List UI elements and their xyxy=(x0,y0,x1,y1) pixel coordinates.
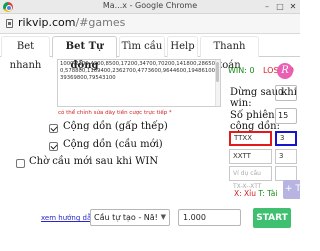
pattern-count-3[interactable] xyxy=(275,166,297,181)
chrome-titlebar: Ma...x - Google Chrome – □ ✕ xyxy=(0,0,300,14)
option-cho-cau-moi-checkbox[interactable] xyxy=(16,159,25,168)
bet-sequence-text: 1000,2100,4200,8500,17200,34700,70200,14… xyxy=(60,61,217,81)
textarea-scrollbar[interactable] xyxy=(215,60,220,106)
pattern-input-3[interactable]: Ví dụ cầu TX-X--XTT xyxy=(229,166,272,190)
tai-legend: T: Tài xyxy=(258,189,278,198)
strategy-select[interactable]: Cầu tự tạo - Nă! ▼ xyxy=(90,209,170,226)
add-pattern-button[interactable]: + THÊM CẦU xyxy=(283,180,300,199)
win-counter: WIN: 0 xyxy=(228,66,255,75)
scrollbar-thumb[interactable] xyxy=(216,62,219,82)
minimize-icon[interactable]: – xyxy=(261,1,273,12)
option-cong-don-cau-moi-checkbox[interactable] xyxy=(49,142,58,151)
pattern-input-1[interactable]: TTXX xyxy=(229,131,272,146)
close-icon[interactable]: ✕ xyxy=(287,1,299,12)
lock-icon xyxy=(6,19,13,28)
tab-tim-cau[interactable]: Tìm cầu xyxy=(119,36,165,57)
tab-thanh-toan[interactable]: Thanh toán xyxy=(200,36,259,71)
rounds-input[interactable]: 15 xyxy=(275,108,297,124)
pattern-count-2[interactable]: 3 xyxy=(275,149,297,164)
strategy-select-value: Cầu tự tạo - Nă! xyxy=(94,213,158,222)
window-title: Ma...x - Google Chrome xyxy=(102,1,198,10)
brand-logo: R xyxy=(277,63,293,79)
maximize-icon[interactable]: □ xyxy=(274,1,286,12)
edit-hint: có thể chỉnh sửa dãy tiền cược trực tiếp… xyxy=(58,110,172,116)
tab-bar: Bet nhanh Bet Tự động Tìm cầu Help Thanh… xyxy=(0,35,300,71)
chevron-down-icon: ▼ xyxy=(160,213,166,221)
pattern-count-1[interactable]: 3 xyxy=(275,131,297,146)
option-cong-don-cau-moi-label[interactable]: Cộng dồn (cầu mới) xyxy=(63,139,163,150)
url-path: /#games xyxy=(75,16,126,29)
tab-bet-nhanh[interactable]: Bet nhanh xyxy=(1,36,50,71)
option-cho-cau-moi-label[interactable]: Chờ cầu mới sau khi WIN xyxy=(29,156,158,167)
url-text[interactable]: rikvip.com/#games xyxy=(18,16,125,29)
bet-amount-input[interactable]: 1.000 xyxy=(178,209,241,226)
xiu-tai-legend: X: Xỉu T: Tài xyxy=(234,189,277,198)
option-cong-don-gap-thep-checkbox[interactable] xyxy=(49,124,58,133)
xiu-legend: X: Xỉu xyxy=(234,189,257,198)
address-bar[interactable]: rikvip.com/#games xyxy=(0,14,300,34)
start-button[interactable]: START xyxy=(253,208,291,228)
url-host: rikvip.com xyxy=(18,16,76,29)
tab-bet-tu-dong[interactable]: Bet Tự động xyxy=(52,36,117,71)
bet-sequence-textarea[interactable]: 1000,2100,4200,8500,17200,34700,70200,14… xyxy=(57,59,221,107)
pattern-input-2[interactable]: XXTT xyxy=(229,149,272,164)
stop-after-win-input[interactable]: 0 xyxy=(275,85,297,101)
option-cong-don-gap-thep-label[interactable]: Cộng dồn (gấp thếp) xyxy=(63,121,168,132)
guide-link[interactable]: xem hướng dẫn xyxy=(41,214,96,222)
tab-help[interactable]: Help xyxy=(167,36,198,57)
